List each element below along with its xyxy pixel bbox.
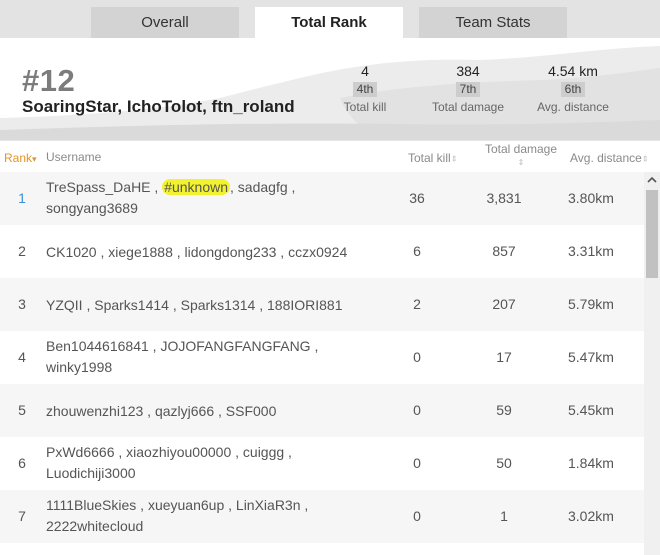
highlighted-username: #unknown (162, 179, 231, 195)
row-rank: 7 (18, 508, 26, 524)
stat-label: Avg. distance (537, 100, 609, 114)
row-total-kill: 0 (413, 402, 421, 418)
row-total-kill: 0 (413, 349, 421, 365)
table-row[interactable]: 1 TreSpass_DaHE , #unknown, sadagfg , so… (0, 172, 644, 225)
row-usernames: YZQII , Sparks1414 , Sparks1314 , 188IOR… (46, 297, 343, 313)
sort-icon: ⇕ (641, 154, 649, 164)
tab-total-rank[interactable]: Total Rank (255, 7, 403, 38)
vertical-scrollbar[interactable] (644, 172, 660, 555)
row-total-damage: 1 (500, 508, 508, 524)
column-rank[interactable]: Rank▾ (4, 151, 37, 165)
row-total-damage: 50 (496, 455, 512, 471)
stat-total-damage: 384 7th Total damage (413, 63, 523, 114)
table-row[interactable]: 4 Ben1044616841 , JOJOFANGFANGFANG , win… (0, 331, 644, 384)
row-total-damage: 59 (496, 402, 512, 418)
ranking-table-body: 1 TreSpass_DaHE , #unknown, sadagfg , so… (0, 172, 644, 555)
stat-value: 4.54 km (548, 63, 598, 79)
table-row[interactable]: 5 zhouwenzhi123 , qazlyj666 , SSF000 0 5… (0, 384, 644, 437)
username-text: PxWd6666 , xiaozhiyou00000 , cuiggg , (46, 444, 292, 460)
tab-overall[interactable]: Overall (91, 7, 239, 38)
username-text: Ben1044616841 , JOJOFANGFANGFANG , (46, 338, 319, 354)
sort-icon: ⇕ (450, 154, 458, 164)
row-total-damage: 207 (492, 296, 516, 312)
username-text: , sadagfg , (230, 179, 296, 195)
table-row[interactable]: 6 PxWd6666 , xiaozhiyou00000 , cuiggg , … (0, 437, 644, 490)
stat-label: Total damage (431, 100, 505, 114)
sort-icon: ⇕ (517, 158, 525, 167)
team-rank: #12 (22, 63, 76, 98)
team-members: SoaringStar, IchoTolot, ftn_roland (22, 97, 295, 116)
row-rank: 4 (18, 349, 26, 365)
row-usernames: 1111BlueSkies , xueyuan6up , LinXiaR3n ,… (46, 495, 376, 537)
row-rank: 3 (18, 296, 26, 312)
username-text: songyang3689 (46, 200, 138, 216)
row-rank: 5 (18, 402, 26, 418)
tab-team-stats[interactable]: Team Stats (419, 7, 567, 38)
table-row[interactable] (0, 543, 644, 555)
row-avg-distance: 5.79km (568, 296, 614, 312)
stat-total-kill: 4 4th Total kill (310, 63, 420, 114)
row-avg-distance: 3.02km (568, 508, 614, 524)
table-row[interactable]: 2 CK1020 , xiege1888 , lidongdong233 , c… (0, 225, 644, 278)
stat-label: Total kill (343, 100, 387, 114)
column-total-damage[interactable]: Total damage ⇕ (483, 142, 559, 170)
stat-rank-badge: 7th (455, 82, 481, 97)
row-total-kill: 6 (413, 243, 421, 259)
row-total-damage: 17 (496, 349, 512, 365)
row-total-kill: 2 (413, 296, 421, 312)
username-text: 2222whitecloud (46, 518, 144, 534)
row-total-damage: 3,831 (486, 190, 522, 206)
column-total-kill[interactable]: Total kill⇕ (408, 151, 457, 165)
row-usernames: zhouwenzhi123 , qazlyj666 , SSF000 (46, 403, 277, 419)
row-usernames: CK1020 , xiege1888 , lidongdong233 , ccz… (46, 244, 348, 260)
column-total-damage-label: Total damage (484, 142, 558, 156)
row-total-damage: 857 (492, 243, 516, 259)
username-text: winky1998 (46, 359, 113, 375)
table-header: Rank▾ Username Total kill⇕ Total damage … (0, 140, 660, 173)
column-rank-label: Rank (4, 151, 33, 165)
row-rank: 1 (18, 190, 26, 206)
row-usernames: TreSpass_DaHE , #unknown, sadagfg , song… (46, 177, 376, 219)
column-avg-distance[interactable]: Avg. distance⇕ (570, 151, 649, 165)
row-rank: 2 (18, 243, 26, 259)
row-avg-distance: 5.47km (568, 349, 614, 365)
sort-desc-icon: ▾ (32, 154, 37, 164)
stat-avg-distance: 4.54 km 6th Avg. distance (518, 63, 628, 114)
tab-bar: Overall Total Rank Team Stats (0, 0, 660, 38)
row-total-kill: 36 (409, 190, 425, 206)
column-total-kill-label: Total kill (408, 151, 451, 165)
row-total-kill: 0 (413, 455, 421, 471)
stat-rank-badge: 6th (560, 82, 586, 97)
scrollbar-thumb[interactable] (646, 190, 658, 278)
team-summary-header: #12 SoaringStar, IchoTolot, ftn_roland 4… (0, 38, 660, 140)
username-text: TreSpass_DaHE , (46, 179, 159, 195)
column-username: Username (46, 150, 102, 164)
column-avg-distance-label: Avg. distance (570, 151, 642, 165)
table-row[interactable]: 7 1111BlueSkies , xueyuan6up , LinXiaR3n… (0, 490, 644, 543)
scroll-up-arrow-icon[interactable] (647, 175, 657, 185)
row-avg-distance: 3.31km (568, 243, 614, 259)
row-avg-distance: 3.80km (568, 190, 614, 206)
table-row[interactable]: 3 YZQII , Sparks1414 , Sparks1314 , 188I… (0, 278, 644, 331)
username-text: 1111BlueSkies , xueyuan6up , LinXiaR3n , (46, 497, 309, 513)
username-text: Luodichiji3000 (46, 465, 136, 481)
stat-value: 384 (456, 63, 480, 79)
stat-value: 4 (361, 63, 369, 79)
row-total-kill: 0 (413, 508, 421, 524)
stat-rank-badge: 4th (352, 82, 378, 97)
row-avg-distance: 5.45km (568, 402, 614, 418)
row-usernames: Ben1044616841 , JOJOFANGFANGFANG , winky… (46, 336, 376, 378)
row-usernames: PxWd6666 , xiaozhiyou00000 , cuiggg , Lu… (46, 442, 376, 484)
row-avg-distance: 1.84km (568, 455, 614, 471)
row-rank: 6 (18, 455, 26, 471)
